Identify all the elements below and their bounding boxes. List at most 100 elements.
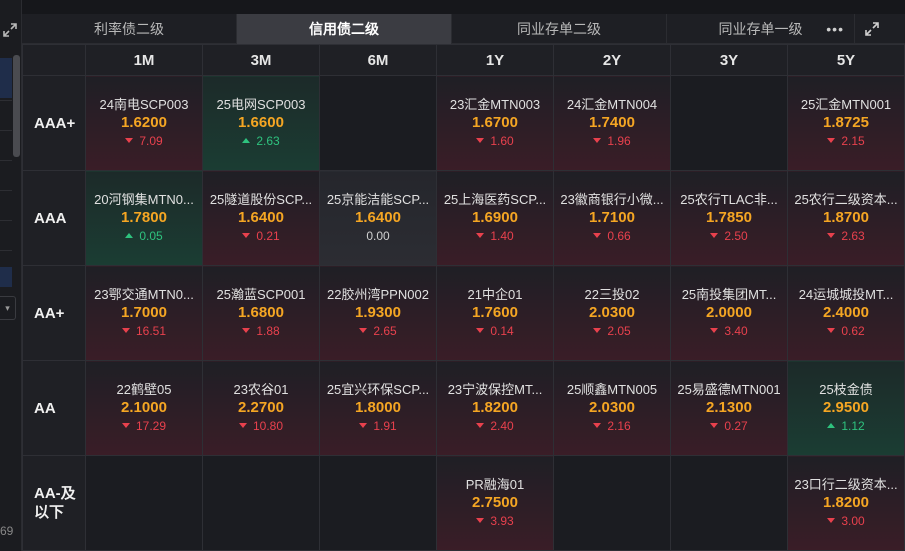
bond-cell[interactable]: 25宜兴环保SCP... 1.8000 1.91 bbox=[319, 360, 437, 456]
bond-cell[interactable]: 25汇金MTN001 1.8725 2.15 bbox=[787, 75, 905, 171]
tenor-header-3m[interactable]: 3M bbox=[202, 44, 320, 76]
tenor-header-1m[interactable]: 1M bbox=[85, 44, 203, 76]
bond-cell[interactable]: 25上海医药SCP... 1.6900 1.40 bbox=[436, 170, 554, 266]
yield-change: 0.05 bbox=[86, 228, 202, 244]
triangle-down-icon bbox=[359, 423, 368, 429]
bond-cell[interactable]: 23鄂交通MTN0... 1.7000 16.51 bbox=[85, 265, 203, 361]
bond-cell[interactable]: 22三投02 2.0300 2.05 bbox=[553, 265, 671, 361]
yield-change: 0.00 bbox=[320, 228, 436, 244]
bond-cell[interactable]: 22胶州湾PPN002 1.9300 2.65 bbox=[319, 265, 437, 361]
bond-cell[interactable]: 25易盛德MTN001 2.1300 0.27 bbox=[670, 360, 788, 456]
triangle-down-icon bbox=[476, 328, 485, 334]
rating-row: AAA 20河钢集MTN0... 1.7800 0.05 25隧道股份SCP... 1.6… bbox=[22, 170, 905, 266]
expand-icon[interactable] bbox=[2, 22, 18, 38]
triangle-down-icon bbox=[121, 423, 130, 429]
bond-cell[interactable]: 24运城城投MT... 2.4000 0.62 bbox=[787, 265, 905, 361]
triangle-down-icon bbox=[593, 423, 602, 429]
triangle-down-icon bbox=[476, 233, 485, 239]
bond-cell[interactable]: 25农行二级资本... 1.8700 2.63 bbox=[787, 170, 905, 266]
yield-change-value: 1.91 bbox=[373, 419, 397, 433]
side-selected-row[interactable] bbox=[0, 58, 12, 98]
side-dropdown[interactable]: ▾ bbox=[0, 296, 16, 320]
tenor-header-3y[interactable]: 3Y bbox=[670, 44, 788, 76]
bond-cell[interactable]: 25瀚蓝SCP001 1.6800 1.88 bbox=[202, 265, 320, 361]
tab-ncd-secondary[interactable]: 同业存单二级 bbox=[452, 14, 667, 44]
tenor-header-6m[interactable]: 6M bbox=[319, 44, 437, 76]
bond-yield: 1.8200 bbox=[472, 399, 518, 416]
rating-label: AAA+ bbox=[22, 75, 86, 171]
yield-change-value: 3.00 bbox=[841, 514, 865, 528]
yield-change-value: 0.66 bbox=[607, 229, 631, 243]
bond-cell[interactable]: 25南投集团MT... 2.0000 3.40 bbox=[670, 265, 788, 361]
bond-yield: 1.7400 bbox=[589, 114, 635, 131]
bond-yield: 1.8700 bbox=[823, 209, 869, 226]
bond-name: 22胶州湾PPN002 bbox=[327, 287, 429, 302]
bond-cell[interactable]: 25京能洁能SCP... 1.6400 0.00 bbox=[319, 170, 437, 266]
bond-cell[interactable]: 23农谷01 2.2700 10.80 bbox=[202, 360, 320, 456]
bond-cell[interactable]: 22鹤壁05 2.1000 17.29 bbox=[85, 360, 203, 456]
tab-rate-bond-secondary[interactable]: 利率债二级 bbox=[22, 14, 237, 44]
bond-cell[interactable]: 24南电SCP003 1.6200 7.09 bbox=[85, 75, 203, 171]
yield-change-value: 1.60 bbox=[490, 134, 514, 148]
triangle-down-icon bbox=[827, 328, 836, 334]
tab-ncd-primary[interactable]: 同业存单一级 ••• bbox=[667, 14, 855, 44]
tenor-header-1y[interactable]: 1Y bbox=[436, 44, 554, 76]
triangle-down-icon bbox=[827, 138, 836, 144]
bond-yield: 1.9300 bbox=[355, 304, 401, 321]
bond-yield: 1.7000 bbox=[121, 304, 167, 321]
tenor-header-5y[interactable]: 5Y bbox=[787, 44, 905, 76]
tenor-header-2y[interactable]: 2Y bbox=[553, 44, 671, 76]
fullscreen-button[interactable] bbox=[855, 14, 889, 44]
yield-change-value: 7.09 bbox=[139, 134, 163, 148]
yield-change: 1.40 bbox=[437, 228, 553, 244]
bond-name: 25宜兴环保SCP... bbox=[326, 382, 430, 397]
bond-cell[interactable]: 25电网SCP003 1.6600 2.63 bbox=[202, 75, 320, 171]
triangle-down-icon bbox=[476, 138, 485, 144]
triangle-down-icon bbox=[359, 328, 368, 334]
bond-cell[interactable]: 23宁波保控MT... 1.8200 2.40 bbox=[436, 360, 554, 456]
side-scrollbar[interactable] bbox=[13, 55, 20, 157]
bond-cell[interactable]: 25农行TLAC非... 1.7850 2.50 bbox=[670, 170, 788, 266]
bond-name: 25电网SCP003 bbox=[216, 97, 306, 112]
bond-cell[interactable]: 20河钢集MTN0... 1.7800 0.05 bbox=[85, 170, 203, 266]
yield-change: 2.50 bbox=[671, 228, 787, 244]
bond-cell[interactable]: 23口行二级资本... 1.8200 3.00 bbox=[787, 455, 905, 551]
bond-cell[interactable]: 23汇金MTN003 1.6700 1.60 bbox=[436, 75, 554, 171]
empty-cell bbox=[85, 455, 203, 551]
bond-yield: 2.0300 bbox=[589, 304, 635, 321]
bond-cell[interactable]: 25枝金债 2.9500 1.12 bbox=[787, 360, 905, 456]
triangle-down-icon bbox=[827, 518, 836, 524]
triangle-down-icon bbox=[827, 233, 836, 239]
bond-cell[interactable]: PR融海01 2.7500 3.93 bbox=[436, 455, 554, 551]
bond-cell[interactable]: 25隧道股份SCP... 1.6400 0.21 bbox=[202, 170, 320, 266]
yield-change-value: 2.15 bbox=[841, 134, 865, 148]
yield-change-value: 1.96 bbox=[607, 134, 631, 148]
side-selected-row-2[interactable] bbox=[0, 267, 12, 287]
triangle-up-icon bbox=[125, 233, 134, 239]
bond-cell[interactable]: 21中企01 1.7600 0.14 bbox=[436, 265, 554, 361]
yield-change: 2.65 bbox=[320, 323, 436, 339]
yield-change-value: 2.05 bbox=[607, 324, 631, 338]
bond-name: 24南电SCP003 bbox=[99, 97, 189, 112]
yield-change-value: 0.27 bbox=[724, 419, 748, 433]
bond-name: 25瀚蓝SCP001 bbox=[216, 287, 306, 302]
yield-change-value: 2.63 bbox=[256, 134, 280, 148]
bond-name: 22鹤壁05 bbox=[116, 382, 172, 397]
more-icon[interactable]: ••• bbox=[826, 14, 844, 44]
yield-change: 2.40 bbox=[437, 418, 553, 434]
rating-row: AA 22鹤壁05 2.1000 17.29 23农谷01 2.2700 10.80 25宜兴… bbox=[22, 360, 905, 456]
bond-cell[interactable]: 23徽商银行小微... 1.7100 0.66 bbox=[553, 170, 671, 266]
bond-name: 23口行二级资本... bbox=[794, 477, 898, 492]
bond-cell[interactable]: 24汇金MTN004 1.7400 1.96 bbox=[553, 75, 671, 171]
bond-cell[interactable]: 25顺鑫MTN005 2.0300 2.16 bbox=[553, 360, 671, 456]
yield-change: 2.16 bbox=[554, 418, 670, 434]
bond-yield: 1.8000 bbox=[355, 399, 401, 416]
tab-credit-bond-secondary[interactable]: 信用债二级 bbox=[237, 14, 452, 44]
bond-name: 25汇金MTN001 bbox=[800, 97, 892, 112]
triangle-down-icon bbox=[710, 423, 719, 429]
bond-name: 25京能洁能SCP... bbox=[326, 192, 430, 207]
triangle-down-icon bbox=[476, 518, 485, 524]
bond-yield: 1.7100 bbox=[589, 209, 635, 226]
expand-icon bbox=[865, 22, 879, 36]
yield-change-value: 0.14 bbox=[490, 324, 514, 338]
